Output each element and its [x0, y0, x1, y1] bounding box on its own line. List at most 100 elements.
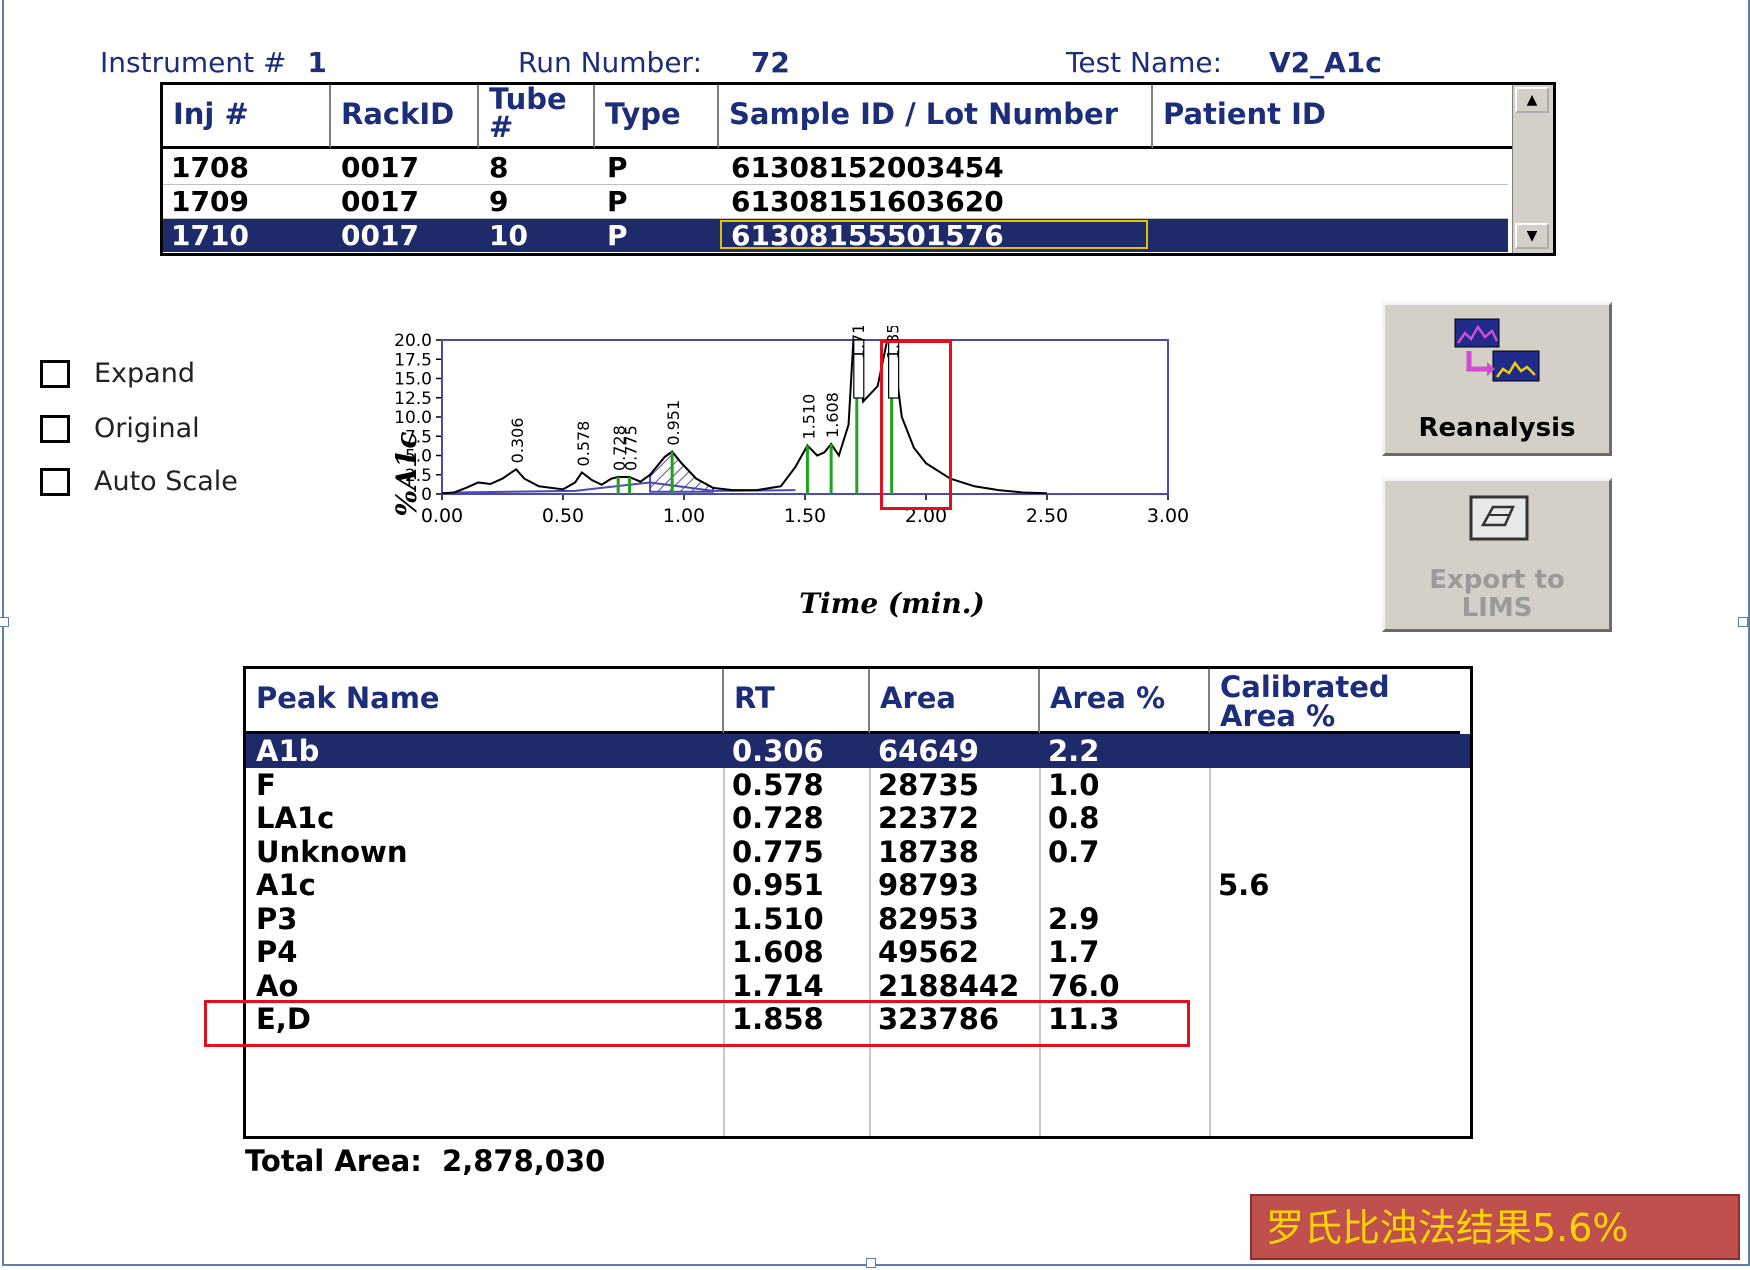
reanalysis-button[interactable]: Reanalysis: [1382, 302, 1612, 456]
peak-row[interactable]: A1c 0.951 98793 5.6: [246, 868, 1470, 902]
cell-area: 82953: [878, 901, 979, 936]
peak-results-table: Peak Name RT Area Area % Calibrated Area…: [243, 666, 1473, 1139]
cell-rt: 0.728: [732, 801, 824, 835]
row-highlight-box: [204, 1000, 1190, 1047]
auto-scale-label: Auto Scale: [94, 466, 238, 497]
peak-label: 0.775: [622, 425, 641, 471]
cell-rack: 0017: [341, 151, 419, 184]
injection-table: Inj # RackID Tube # Type Sample ID / Lot…: [160, 82, 1556, 256]
y-tick-label: 15.0: [394, 370, 432, 390]
test-label: Test Name:: [1066, 46, 1223, 79]
x-tick-label: 0.50: [542, 505, 584, 527]
col-calibrated-area-pct[interactable]: Calibrated Area %: [1210, 669, 1460, 734]
col-rackid[interactable]: RackID: [331, 85, 479, 149]
col-tube[interactable]: Tube #: [479, 85, 595, 149]
cell-inj: 1710: [171, 219, 249, 252]
y-tick-label: 17.5: [394, 350, 432, 370]
cell-name: P4: [256, 935, 298, 969]
expand-label: Expand: [94, 358, 195, 389]
x-tick-label: 2.50: [1026, 505, 1068, 527]
col-area[interactable]: Area: [870, 669, 1040, 734]
cell-name: A1b: [256, 734, 320, 768]
checkbox-icon[interactable]: [40, 360, 70, 388]
export-label-line2: LIMS: [1461, 593, 1533, 623]
test-value: V2_A1c: [1268, 46, 1382, 79]
peak-label: 0.578: [574, 421, 593, 467]
cell-rt: 1.510: [732, 901, 824, 936]
resize-handle-bottom[interactable]: [866, 1258, 876, 1268]
resize-handle-right[interactable]: [1738, 617, 1748, 627]
cell-rack: 0017: [341, 185, 419, 218]
cell-area: 98793: [878, 868, 979, 902]
cell-tube: 9: [489, 185, 509, 218]
cell-name: F: [256, 767, 276, 802]
peak-row[interactable]: P3 1.510 82953 2.9: [246, 902, 1470, 936]
cell-cal: 5.6: [1218, 868, 1270, 902]
col-area-pct[interactable]: Area %: [1040, 669, 1210, 734]
peak-row[interactable]: Unknown 0.775 18738 0.7: [246, 835, 1470, 869]
injection-row[interactable]: 1709 0017 9 P 61308151603620: [163, 185, 1508, 219]
resize-handle-left[interactable]: [0, 617, 9, 627]
col-rt[interactable]: RT: [724, 669, 870, 734]
reanalysis-label: Reanalysis: [1418, 413, 1576, 443]
x-tick-label: 0.00: [421, 505, 463, 527]
cell-area-pct: 2.9: [1048, 901, 1100, 936]
col-sample-id[interactable]: Sample ID / Lot Number: [719, 85, 1153, 149]
peak-row[interactable]: P4 1.608 49562 1.7: [246, 935, 1470, 969]
cell-area: 22372: [878, 801, 979, 835]
x-tick-label: 1.50: [784, 505, 826, 527]
cell-type: P: [607, 219, 628, 252]
cell-area-pct: 1.0: [1048, 767, 1100, 802]
cell-focus-box: [720, 220, 1148, 249]
instrument-info: Instrument # 1: [100, 46, 327, 79]
cell-tube: 10: [489, 219, 528, 252]
export-label-line1: Export to: [1429, 565, 1565, 595]
col-peak-name[interactable]: Peak Name: [246, 669, 724, 734]
x-axis-label: Time (min.): [799, 587, 985, 620]
col-patient-id[interactable]: Patient ID: [1153, 85, 1513, 149]
cell-name: LA1c: [256, 801, 335, 835]
export-lims-button[interactable]: Export to LIMS: [1382, 478, 1612, 632]
cell-area-pct: 0.7: [1048, 834, 1100, 869]
cell-sample: 61308151603620: [731, 185, 1004, 218]
cell-name: A1c: [256, 868, 316, 902]
cell-inj: 1708: [171, 151, 249, 184]
peak-row[interactable]: LA1c 0.728 22372 0.8: [246, 801, 1470, 835]
cell-area-pct: 76.0: [1048, 968, 1120, 1003]
cell-area: 64649: [878, 734, 979, 768]
injection-scrollbar[interactable]: ▲ ▼: [1512, 85, 1553, 253]
test-info: Test Name: V2_A1c: [1066, 46, 1382, 79]
checkbox-icon[interactable]: [40, 468, 70, 496]
cell-name: Unknown: [256, 834, 408, 869]
col-inj[interactable]: Inj #: [163, 85, 331, 149]
cell-rt: 1.714: [732, 968, 824, 1003]
reanalysis-icon: [1454, 318, 1540, 382]
cell-sample: 61308152003454: [731, 151, 1004, 184]
instrument-label: Instrument #: [100, 46, 287, 79]
run-value: 72: [750, 46, 790, 79]
peak-row[interactable]: Ao 1.714 2188442 76.0: [246, 969, 1470, 1003]
scroll-down-icon[interactable]: ▼: [1515, 223, 1549, 249]
scroll-up-icon[interactable]: ▲: [1515, 87, 1549, 113]
col-type[interactable]: Type: [595, 85, 719, 149]
peak-row[interactable]: F 0.578 28735 1.0: [246, 768, 1470, 802]
export-icon: [1469, 495, 1529, 541]
injection-row-selected[interactable]: 1710 0017 10 P 61308155501576: [163, 219, 1508, 252]
cell-area-pct: 0.8: [1048, 801, 1100, 835]
cell-name: Ao: [256, 968, 299, 1003]
cell-type: P: [607, 151, 628, 184]
instrument-value: 1: [307, 46, 327, 79]
peak-label: 1.510: [799, 394, 818, 440]
injection-row[interactable]: 1708 0017 8 P 61308152003454: [163, 151, 1508, 185]
total-area-value: 2,878,030: [442, 1144, 606, 1178]
checkbox-icon[interactable]: [40, 415, 70, 443]
peak-label: 0.951: [664, 400, 683, 446]
peak-label: 1.714: [849, 326, 868, 359]
y-axis-label: %A1c: [390, 432, 423, 517]
run-info: Run Number: 72: [518, 46, 790, 79]
y-tick-label: 10.0: [394, 408, 432, 428]
peak-row-selected[interactable]: A1b 0.306 64649 2.2: [246, 734, 1470, 768]
cell-area: 18738: [878, 834, 979, 869]
cell-area-pct: 1.7: [1048, 935, 1100, 969]
cell-rt: 1.608: [732, 935, 824, 969]
